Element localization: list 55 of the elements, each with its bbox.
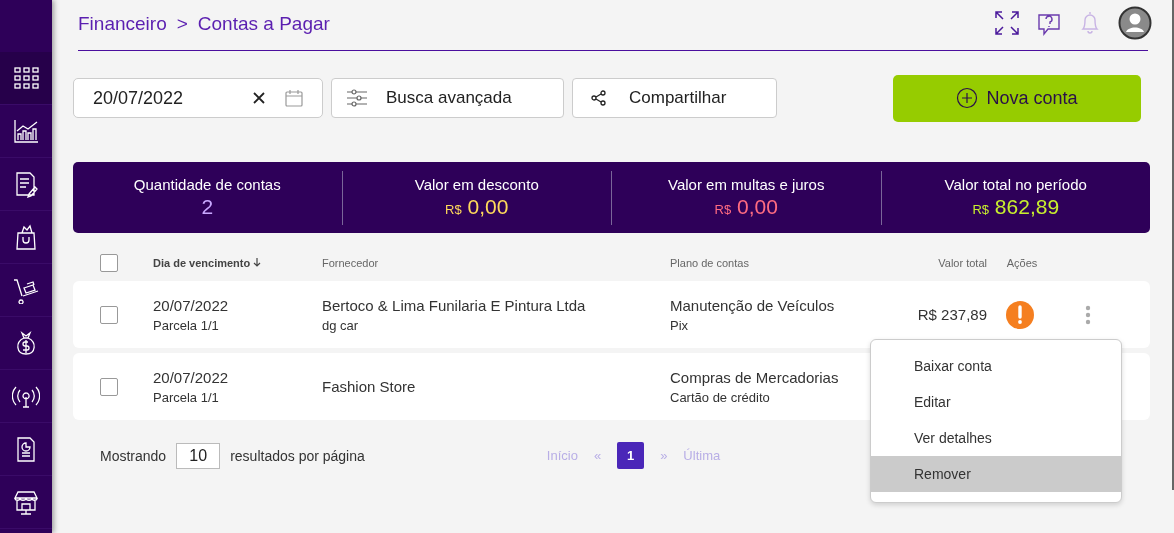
column-header: Fornecedor bbox=[322, 256, 380, 269]
sort-down-icon[interactable] bbox=[253, 256, 262, 267]
summary-label: Quantidade de contas bbox=[133, 176, 281, 193]
installment-text: Parcela 1/1 bbox=[153, 389, 220, 405]
row-checkbox[interactable] bbox=[100, 305, 118, 324]
row-checkbox[interactable] bbox=[100, 377, 118, 396]
summary-value: R$ 0,00 bbox=[445, 195, 509, 219]
summary-value: R$ 0,00 bbox=[714, 195, 778, 219]
summary-value: 2 bbox=[201, 195, 214, 219]
new-account-button[interactable]: Nova conta bbox=[893, 74, 1141, 122]
apps-grid-icon bbox=[12, 64, 40, 92]
summary-label: Valor em desconto bbox=[414, 176, 539, 193]
menu-item[interactable]: Editar bbox=[871, 384, 1121, 420]
summary-label: Valor em multas e juros bbox=[668, 176, 825, 193]
payment-method: Cartão de crédito bbox=[670, 389, 771, 405]
sliders-icon bbox=[346, 88, 368, 108]
summary-value: R$ 862,89 bbox=[972, 195, 1060, 219]
clear-icon[interactable] bbox=[252, 91, 266, 105]
supplier-name: Fashion Store bbox=[322, 378, 417, 395]
column-header: Valor total bbox=[937, 256, 987, 269]
column-header[interactable]: Dia de vencimento bbox=[153, 256, 322, 269]
menu-item[interactable]: Baixar conta bbox=[871, 348, 1121, 384]
menu-item[interactable]: Remover bbox=[871, 456, 1121, 492]
per-page-field[interactable]: 10 bbox=[176, 442, 221, 469]
date-field[interactable]: 20/07/2022 bbox=[73, 78, 323, 118]
select-all-checkbox[interactable] bbox=[100, 253, 118, 272]
supplier-note: dg car bbox=[322, 317, 360, 333]
due-date: 20/07/2022 bbox=[153, 368, 230, 386]
breadcrumb-separator: > bbox=[176, 12, 188, 35]
plus-circle-icon bbox=[956, 87, 979, 109]
fullscreen-icon[interactable] bbox=[994, 10, 1020, 36]
share-icon bbox=[591, 90, 607, 106]
avatar-icon[interactable] bbox=[1118, 6, 1152, 40]
account-plan: Manutenção de Veículos bbox=[670, 296, 836, 314]
chart-icon bbox=[12, 117, 40, 145]
summary-label: Valor total no período bbox=[944, 176, 1087, 193]
total-value: R$ 237,89 bbox=[917, 305, 987, 323]
breadcrumb-current: Contas a Pagar bbox=[197, 12, 330, 35]
supplier-name: Bertoco & Lima Funilaria E Pintura Ltda bbox=[322, 296, 587, 314]
page-button[interactable]: 1 bbox=[617, 442, 645, 469]
installment-text: Parcela 1/1 bbox=[153, 317, 220, 333]
column-header: Ações bbox=[1005, 256, 1039, 269]
column-header: Plano de contas bbox=[670, 256, 750, 269]
due-date: 20/07/2022 bbox=[153, 296, 230, 314]
payment-method: Pix bbox=[670, 317, 690, 333]
menu-item[interactable]: Ver detalhes bbox=[871, 420, 1121, 456]
store-icon bbox=[12, 488, 40, 516]
share-button[interactable]: Compartilhar bbox=[572, 78, 777, 118]
breadcrumb-link[interactable]: Financeiro bbox=[78, 12, 167, 35]
advanced-search-button[interactable]: Busca avançada bbox=[331, 78, 564, 118]
account-plan: Compras de Mercadorias bbox=[670, 368, 840, 386]
sidebar-item[interactable] bbox=[0, 52, 52, 105]
showing-label: Mostrando bbox=[100, 447, 167, 464]
hand-truck-icon bbox=[12, 276, 40, 304]
per-page-label: resultados por página bbox=[230, 447, 365, 464]
